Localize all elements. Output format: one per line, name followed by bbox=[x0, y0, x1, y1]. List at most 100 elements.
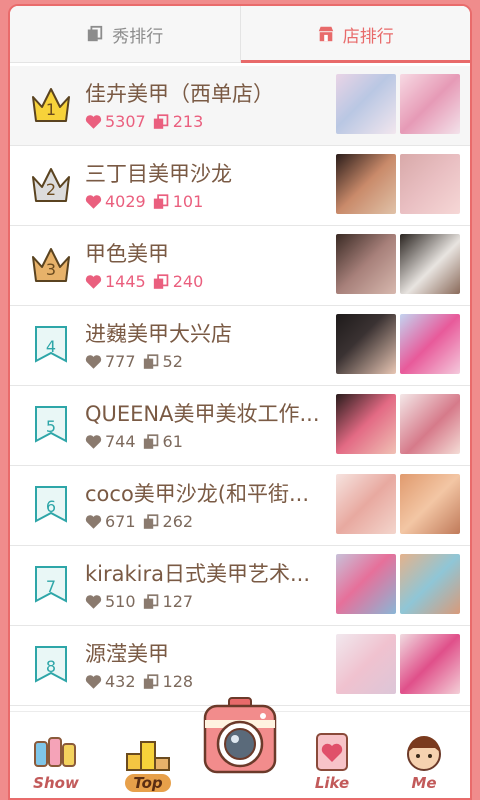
show-count: 127 bbox=[162, 592, 194, 611]
shop-name: kirakira日式美甲艺术... bbox=[85, 562, 311, 586]
like-count: 510 bbox=[105, 592, 136, 611]
nail-polish-icon bbox=[34, 737, 76, 767]
shop-stats: 744 61 bbox=[85, 432, 187, 451]
rank-number: 1 bbox=[45, 99, 57, 119]
nav-show[interactable]: Show bbox=[10, 712, 102, 798]
nail-photo[interactable] bbox=[336, 74, 396, 134]
camera-icon bbox=[203, 697, 277, 774]
shop-stats: 4029 101 bbox=[85, 192, 207, 211]
show-count: 262 bbox=[162, 512, 194, 531]
like-count: 5307 bbox=[105, 112, 146, 131]
shop-name: 三丁目美甲沙龙 bbox=[85, 162, 232, 186]
shop-stats: 671 262 bbox=[85, 512, 197, 531]
shop-name: 佳卉美甲（西单店） bbox=[85, 82, 274, 106]
tab-show-ranking-label: 秀排行 bbox=[112, 26, 164, 47]
nav-me[interactable]: Me bbox=[378, 712, 470, 798]
shop-stats: 777 52 bbox=[85, 352, 187, 371]
shop-row[interactable]: 1 佳卉美甲（西单店） 5307 213 bbox=[10, 66, 470, 146]
note-icon bbox=[143, 433, 158, 449]
shop-stats: 1445 240 bbox=[85, 272, 207, 291]
heart-card-icon bbox=[316, 733, 348, 771]
show-count: 213 bbox=[172, 112, 204, 131]
nav-top[interactable]: Top bbox=[102, 712, 194, 798]
nail-photo[interactable] bbox=[400, 554, 460, 614]
nail-photo[interactable] bbox=[336, 554, 396, 614]
heart-icon bbox=[85, 194, 102, 209]
nav-top-label: Top bbox=[125, 774, 171, 792]
shop-stats: 510 127 bbox=[85, 592, 197, 611]
nav-like-label: Like bbox=[314, 774, 350, 792]
shop-row[interactable]: 6 coco美甲沙龙(和平街... 671 262 bbox=[10, 466, 470, 546]
rank-badge: 7 bbox=[28, 561, 74, 607]
shop-row[interactable]: 5 QUEENA美甲美妆工作... 744 61 bbox=[10, 386, 470, 466]
shop-row[interactable]: 4 进巍美甲大兴店 777 52 bbox=[10, 306, 470, 386]
rank-number: 2 bbox=[45, 179, 57, 199]
show-count: 101 bbox=[172, 192, 204, 211]
rank-badge: 4 bbox=[28, 321, 74, 367]
nail-photo[interactable] bbox=[400, 394, 460, 454]
rank-number: 8 bbox=[45, 656, 57, 676]
rank-number: 4 bbox=[45, 336, 57, 356]
nav-camera[interactable] bbox=[194, 697, 286, 798]
note-icon bbox=[143, 673, 158, 689]
nail-photo[interactable] bbox=[400, 474, 460, 534]
rank-badge: 5 bbox=[28, 401, 74, 447]
nail-photo[interactable] bbox=[400, 74, 460, 134]
rank-number: 3 bbox=[45, 259, 57, 279]
like-count: 744 bbox=[105, 432, 136, 451]
shop-name: QUEENA美甲美妆工作... bbox=[85, 402, 320, 426]
show-count: 61 bbox=[162, 432, 183, 451]
shop-row[interactable]: 3 甲色美甲 1445 240 bbox=[10, 226, 470, 306]
tab-shop-ranking[interactable]: 店排行 bbox=[239, 6, 471, 63]
nail-photo[interactable] bbox=[336, 634, 396, 694]
avatar-icon bbox=[407, 736, 441, 771]
nail-photo[interactable] bbox=[400, 234, 460, 294]
nav-show-label: Show bbox=[33, 774, 79, 792]
like-count: 432 bbox=[105, 672, 136, 691]
heart-icon bbox=[85, 594, 102, 609]
note-icon bbox=[153, 273, 169, 289]
rank-number: 7 bbox=[45, 576, 57, 596]
show-count: 52 bbox=[162, 352, 183, 371]
like-count: 777 bbox=[105, 352, 136, 371]
nail-photo[interactable] bbox=[336, 234, 396, 294]
nail-photo[interactable] bbox=[336, 394, 396, 454]
note-icon bbox=[143, 353, 158, 369]
shop-name: 进巍美甲大兴店 bbox=[85, 322, 232, 346]
shop-row[interactable]: 2 三丁目美甲沙龙 4029 101 bbox=[10, 146, 470, 226]
shop-name: coco美甲沙龙(和平街... bbox=[85, 482, 310, 506]
rank-badge: 6 bbox=[28, 481, 74, 527]
ranking-tabs: 秀排行 店排行 bbox=[10, 6, 470, 63]
note-icon bbox=[153, 113, 169, 129]
app-frame: 秀排行 店排行 1 佳卉美甲（西单店） 5307 213 2 三丁目美甲沙龙 4… bbox=[8, 4, 472, 800]
note-icon bbox=[88, 25, 103, 42]
heart-icon bbox=[85, 514, 102, 529]
note-icon bbox=[143, 593, 158, 609]
rank-number: 6 bbox=[45, 496, 57, 516]
nail-photo[interactable] bbox=[336, 314, 396, 374]
note-icon bbox=[153, 193, 169, 209]
shop-stats: 5307 213 bbox=[85, 112, 207, 131]
shop-icon bbox=[318, 26, 333, 42]
show-count: 128 bbox=[162, 672, 194, 691]
nav-me-label: Me bbox=[411, 774, 437, 792]
shop-stats: 432 128 bbox=[85, 672, 197, 691]
nail-photo[interactable] bbox=[400, 154, 460, 214]
heart-icon bbox=[85, 114, 102, 129]
shop-row[interactable]: 7 kirakira日式美甲艺术... 510 127 bbox=[10, 546, 470, 626]
note-icon bbox=[143, 513, 158, 529]
nail-photo[interactable] bbox=[400, 634, 460, 694]
nail-photo[interactable] bbox=[336, 154, 396, 214]
heart-icon bbox=[85, 674, 102, 689]
nail-photo[interactable] bbox=[336, 474, 396, 534]
rank-badge: 3 bbox=[28, 241, 74, 287]
tab-shop-ranking-label: 店排行 bbox=[342, 26, 394, 47]
like-count: 1445 bbox=[105, 272, 146, 291]
tab-show-ranking[interactable]: 秀排行 bbox=[10, 6, 240, 62]
bottom-navigation: Show Top Like Me bbox=[10, 697, 470, 798]
like-count: 4029 bbox=[105, 192, 146, 211]
nav-like[interactable]: Like bbox=[286, 712, 378, 798]
shop-ranking-list: 1 佳卉美甲（西单店） 5307 213 2 三丁目美甲沙龙 4029 101 … bbox=[10, 66, 470, 721]
rank-badge: 1 bbox=[28, 81, 74, 127]
nail-photo[interactable] bbox=[400, 314, 460, 374]
